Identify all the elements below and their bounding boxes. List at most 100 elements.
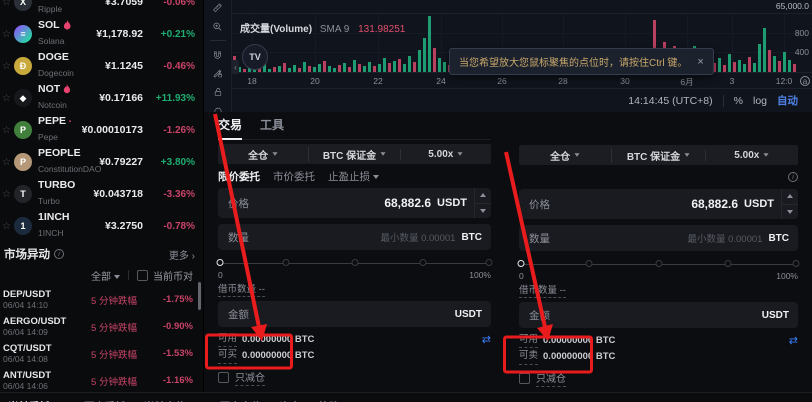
step-down-button[interactable] [475,203,491,219]
filter-all-dropdown[interactable]: 全部 [91,268,120,283]
favorite-star-icon[interactable]: ☆ [2,0,14,8]
magnet-icon[interactable] [210,50,225,60]
favorite-star-icon[interactable]: ☆ [2,29,14,40]
step-up-button[interactable] [782,189,798,204]
reduce-only-checkbox[interactable] [519,373,530,384]
draw-lock-icon[interactable] [210,68,225,78]
favorite-star-icon[interactable]: ☆ [2,157,14,168]
unlock-icon[interactable] [211,87,225,97]
more-link[interactable]: 更多 › [169,247,195,262]
slider-tick[interactable] [486,259,493,266]
favorite-star-icon[interactable]: ☆ [2,125,14,136]
coin-row[interactable]: ☆ 1 1INCH 1INCH ¥3.2750 -0.78% [0,210,203,242]
coin-row[interactable]: ☆ P PEPE Pepe ¥0.00010173 -1.26% [0,114,203,146]
reduce-only-checkbox[interactable] [218,372,229,383]
mover-change: -1.75% [149,294,193,305]
chart-hint-tooltip: 当您希望放大您鼠标聚焦的点位时，请按住Ctrl 键。 × [449,48,714,75]
info-row: i [519,165,798,189]
collateral-select[interactable]: BTC 保证金 [611,148,704,163]
coin-row[interactable]: ☆ ◆ NOT Notcoin ¥0.17166 +11.93% [0,82,203,114]
tab-tpsl-order[interactable]: 止盈止损 [328,169,379,184]
collateral-select[interactable]: BTC 保证金 [308,147,399,162]
measure-icon[interactable] [210,3,225,13]
current-pair-filter[interactable]: 当前币对 [137,268,193,283]
axis-settings-icon[interactable]: a [800,76,810,86]
toolbar-collapse-handle[interactable]: ‹ [232,60,239,74]
current-pair-checkbox[interactable] [137,270,148,281]
slider-tick[interactable] [585,260,592,267]
tab-market-order[interactable]: 市价委托 [273,169,315,184]
zoom-in-icon[interactable] [210,22,225,32]
reduce-only-row[interactable]: 只减仓 [218,369,491,386]
amount-input[interactable]: 金额 USDT [218,301,491,327]
info-icon[interactable]: i [54,249,64,259]
favorite-star-icon[interactable]: ☆ [2,221,14,232]
borrow-amount-label: 借币数量 -- [519,282,798,296]
transfer-icon[interactable]: ⇄ [789,334,798,348]
slider-tick[interactable] [283,259,290,266]
price-value[interactable]: 68,882.6 [384,196,431,210]
price-input[interactable]: 价格 68,882.6 USDT [218,188,491,218]
percent-scale-toggle[interactable]: % [734,95,743,107]
coin-row[interactable]: ☆ X XRP Ripple ¥3.7059 -0.06% [0,0,203,18]
close-icon[interactable]: × [697,56,703,68]
quantity-input[interactable]: 数量 最小数量 0.00001 BTC [519,225,798,251]
chevron-down-icon [685,153,690,156]
slider-tick[interactable] [655,260,662,267]
amount-input[interactable]: 金额 USDT [519,302,798,328]
mover-row[interactable]: CQT/USDT 06/04 14:08 5 分钟跌幅 -1.53% [0,340,203,367]
slider-tick[interactable] [351,259,358,266]
quantity-slider[interactable] [519,260,798,268]
mover-time: 06/04 14:08 [3,354,79,364]
leverage-select[interactable]: 5.00x [705,150,798,161]
mover-row[interactable]: DEP/USDT 06/04 14:10 5 分钟跌幅 -1.75% [0,286,203,313]
coin-row[interactable]: ☆ ≡ SOL Solana ¥1,178.92 +0.21% [0,18,203,50]
slider-handle[interactable] [217,259,224,266]
leverage-select[interactable]: 5.00x [400,149,491,160]
coin-change: -0.78% [143,221,195,232]
chart-plot: 65,000.0 800 400 成交量(Volume) SMA 9 131.9… [232,0,812,112]
volume-legend: 成交量(Volume) SMA 9 131.98251 [240,20,405,35]
tab-trade[interactable]: 交易 [218,116,242,133]
scrollbar-thumb[interactable] [198,282,201,310]
coin-icon: Ð [14,57,32,75]
price-value[interactable]: 68,882.6 [691,197,738,211]
info-icon[interactable]: i [788,172,798,182]
movers-list: DEP/USDT 06/04 14:10 5 分钟跌幅 -1.75% AERGO… [0,286,203,394]
mover-tag: 5 分钟跌幅 [79,320,149,334]
mover-row[interactable]: AERGO/USDT 06/04 14:09 5 分钟跌幅 -0.90% [0,313,203,340]
transfer-icon[interactable]: ⇄ [482,333,491,347]
auto-scale-toggle[interactable]: 自动 [777,93,798,108]
log-scale-toggle[interactable]: log [753,95,767,107]
slider-tick[interactable] [725,260,732,267]
quantity-placeholder: 最小数量 0.00001 [380,230,455,244]
coin-change: -1.26% [143,125,195,136]
step-down-button[interactable] [782,204,798,220]
favorite-star-icon[interactable]: ☆ [2,93,14,104]
mover-row[interactable]: ANT/USDT 06/04 14:06 5 分钟跌幅 -1.16% [0,367,203,394]
quantity-placeholder: 最小数量 0.00001 [687,231,762,245]
panel-tabs: 交易 工具 [218,112,491,140]
price-input[interactable]: 价格 68,882.6 USDT [519,189,798,219]
favorite-star-icon[interactable]: ☆ [2,189,14,200]
tab-limit-order[interactable]: 限价委托 [218,169,260,184]
coin-price: ¥1,178.92 [71,28,143,40]
coin-row[interactable]: ☆ Ð DOGE Dogecoin ¥1.1245 -0.46% [0,50,203,82]
step-up-button[interactable] [475,188,491,203]
quantity-input[interactable]: 数量 最小数量 0.00001 BTC [218,224,491,250]
tradingview-logo[interactable]: TV [242,44,268,70]
slider-handle[interactable] [518,260,525,267]
tooltip-text: 当您希望放大您鼠标聚焦的点位时，请按住Ctrl 键。 [459,54,687,69]
toolbar-divider [210,40,226,41]
margin-mode-select[interactable]: 全仓 [218,147,308,162]
tab-tools[interactable]: 工具 [260,116,284,133]
coin-row[interactable]: ☆ T TURBO Turbo ¥0.043718 -3.36% [0,178,203,210]
slider-tick[interactable] [419,259,426,266]
margin-mode-select[interactable]: 全仓 [519,148,611,163]
coin-row[interactable]: ☆ P PEOPLE ConstitutionDAO ¥0.79227 +3.8… [0,146,203,178]
mover-tag: 5 分钟跌幅 [79,374,149,388]
quantity-slider[interactable] [218,259,491,267]
slider-tick[interactable] [793,260,800,267]
favorite-star-icon[interactable]: ☆ [2,61,14,72]
reduce-only-row[interactable]: 只减仓 [519,370,798,387]
